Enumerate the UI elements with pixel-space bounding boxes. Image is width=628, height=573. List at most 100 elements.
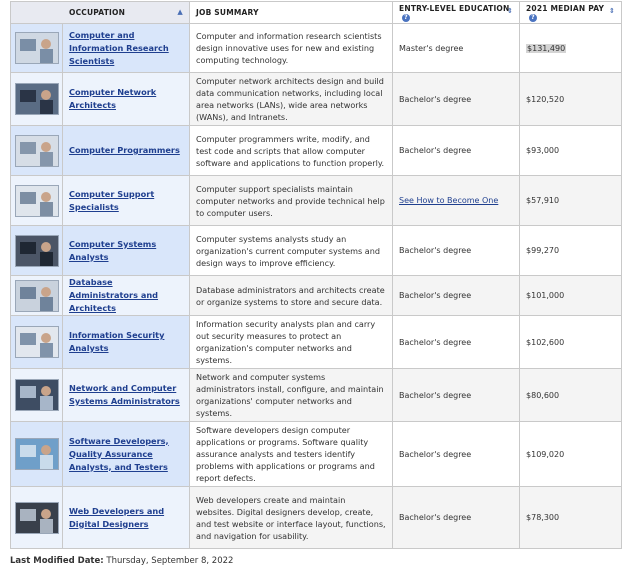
occupation-header[interactable]: OCCUPATION ▲ [9, 1, 191, 24]
education-cell: Bachelor's degree [392, 315, 521, 369]
median-pay-value: $102,600 [526, 337, 565, 347]
median-pay-cell: $78,300 [519, 486, 623, 549]
web-developer-thumbnail[interactable] [15, 501, 59, 534]
table-row: Database Administrators and Architects Da… [10, 275, 623, 316]
median-pay-cell: $109,020 [519, 421, 623, 487]
occupation-cell: Software Developers, Quality Assurance A… [61, 421, 191, 487]
occupation-link[interactable]: Computer Programmers [69, 144, 183, 157]
median-pay-value: $93,000 [526, 146, 560, 155]
software-developer-thumbnail[interactable] [15, 438, 59, 470]
median-pay-cell: $101,000 [519, 275, 623, 316]
job-summary-header-label: JOB SUMMARY [196, 8, 259, 17]
occupation-link[interactable]: Computer Network Architects [69, 86, 183, 112]
median-pay-value: $78,300 [526, 513, 560, 522]
job-summary-cell: Computer network architects design and b… [189, 72, 394, 126]
server-room-thumbnail[interactable] [15, 83, 59, 115]
network-admin-thumbnail[interactable] [15, 379, 59, 411]
median-pay-value: $80,600 [526, 390, 560, 400]
occupation-thumbnail-cell [10, 125, 63, 176]
table-row: Web Developers and Digital Designers Web … [10, 486, 623, 549]
job-summary-cell: Computer and information research scient… [189, 23, 394, 73]
education-value: Master's degree [399, 43, 464, 53]
table-row: Computer and Information Research Scient… [10, 23, 623, 73]
occupation-link[interactable]: Information Security Analysts [69, 329, 183, 355]
table-header-row: OCCUPATION ▲ JOB SUMMARY ENTRY-LEVEL EDU… [9, 1, 623, 24]
last-modified: Last Modified Date: Thursday, September … [10, 556, 233, 566]
last-modified-label: Last Modified Date: [10, 556, 104, 566]
occupation-link[interactable]: Computer Support Specialists [69, 188, 183, 214]
median-pay-value: $101,000 [526, 291, 565, 300]
occupation-thumbnail-cell [10, 315, 63, 369]
occupation-thumbnail-cell [10, 275, 63, 316]
help-icon[interactable]: ? [402, 13, 411, 22]
education-cell: Bachelor's degree [392, 225, 521, 276]
occupation-link[interactable]: Computer Systems Analysts [69, 238, 183, 264]
median-pay-value: $131,490 [526, 43, 567, 53]
job-summary-cell: Computer support specialists maintain co… [189, 175, 394, 226]
median-pay-cell: $80,600 [519, 368, 623, 422]
education-cell: Bachelor's degree [392, 486, 521, 549]
median-pay-cell: $99,270 [519, 225, 623, 276]
education-cell: Bachelor's degree [392, 421, 521, 487]
median-pay-header[interactable]: 2021 MEDIAN PAY? ⇕ [519, 1, 623, 24]
occupation-link[interactable]: Network and Computer Systems Administrat… [69, 382, 183, 408]
education-value: Bachelor's degree [399, 94, 472, 104]
help-icon[interactable]: ? [529, 13, 538, 22]
occupation-table: OCCUPATION ▲ JOB SUMMARY ENTRY-LEVEL EDU… [9, 1, 623, 549]
occupation-cell: Computer Network Architects [61, 72, 191, 126]
table-row: Computer Support Specialists Computer sup… [10, 175, 623, 226]
occupation-thumbnail-cell [10, 225, 63, 276]
education-cell: Bachelor's degree [392, 125, 521, 176]
table-row: Computer Network Architects Computer netw… [10, 72, 623, 126]
education-cell: Bachelor's degree [392, 72, 521, 126]
occupation-cell: Computer and Information Research Scient… [61, 23, 191, 73]
occupation-link[interactable]: Computer and Information Research Scient… [69, 29, 183, 68]
education-cell: Master's degree [392, 23, 521, 73]
job-summary-header: JOB SUMMARY [189, 1, 394, 24]
job-summary-cell: Computer programmers write, modify, and … [189, 125, 394, 176]
occupation-cell: Database Administrators and Architects [61, 275, 191, 316]
occupation-thumbnail-cell [10, 421, 63, 487]
table-row: Network and Computer Systems Administrat… [10, 368, 623, 422]
support-desk-thumbnail[interactable] [15, 184, 59, 217]
job-summary-cell: Web developers create and maintain websi… [189, 486, 394, 549]
person-at-monitor-thumbnail[interactable] [15, 32, 59, 64]
median-pay-value: $57,910 [526, 196, 560, 205]
occupation-thumbnail-cell [10, 486, 63, 549]
occupation-thumbnail-cell [10, 23, 63, 73]
programmer-thumbnail[interactable] [15, 134, 59, 167]
table-row: Computer Systems Analysts Computer system… [10, 225, 623, 276]
education-cell[interactable]: See How to Become One [392, 175, 521, 226]
occupation-thumbnail-cell [10, 368, 63, 422]
occupation-link[interactable]: Software Developers, Quality Assurance A… [69, 435, 183, 474]
education-value: Bachelor's degree [399, 449, 472, 459]
sort-toggle-icon[interactable]: ⇕ [609, 7, 615, 15]
occupation-header-label: OCCUPATION [69, 8, 126, 17]
occupation-link[interactable]: Database Administrators and Architects [69, 276, 183, 315]
occupation-table-container: OCCUPATION ▲ JOB SUMMARY ENTRY-LEVEL EDU… [9, 1, 623, 549]
median-pay-value: $99,270 [526, 246, 560, 255]
database-team-thumbnail[interactable] [15, 279, 59, 312]
median-pay-cell: $131,490 [519, 23, 623, 73]
median-pay-cell: $93,000 [519, 125, 623, 176]
education-value: Bachelor's degree [399, 246, 472, 255]
occupation-cell: Information Security Analysts [61, 315, 191, 369]
sort-ascending-icon[interactable]: ▲ [177, 8, 183, 16]
median-pay-cell: $102,600 [519, 315, 623, 369]
sort-toggle-icon[interactable]: ⇕ [507, 7, 513, 15]
job-summary-cell: Information security analysts plan and c… [189, 315, 394, 369]
median-pay-cell: $57,910 [519, 175, 623, 226]
security-analyst-thumbnail[interactable] [15, 326, 59, 358]
how-to-become-link[interactable]: See How to Become One [399, 196, 498, 205]
analysts-meeting-thumbnail[interactable] [15, 234, 59, 267]
education-header[interactable]: ENTRY-LEVEL EDUCATION? ⇕ [392, 1, 521, 24]
median-pay-value: $120,520 [526, 94, 565, 104]
job-summary-cell: Database administrators and architects c… [189, 275, 394, 316]
last-modified-date: Thursday, September 8, 2022 [106, 556, 234, 566]
occupation-link[interactable]: Web Developers and Digital Designers [69, 505, 183, 531]
job-summary-cell: Network and computer systems administrat… [189, 368, 394, 422]
occupation-cell: Web Developers and Digital Designers [61, 486, 191, 549]
occupation-thumbnail-cell [10, 175, 63, 226]
occupation-cell: Computer Support Specialists [61, 175, 191, 226]
job-summary-cell: Software developers design computer appl… [189, 421, 394, 487]
